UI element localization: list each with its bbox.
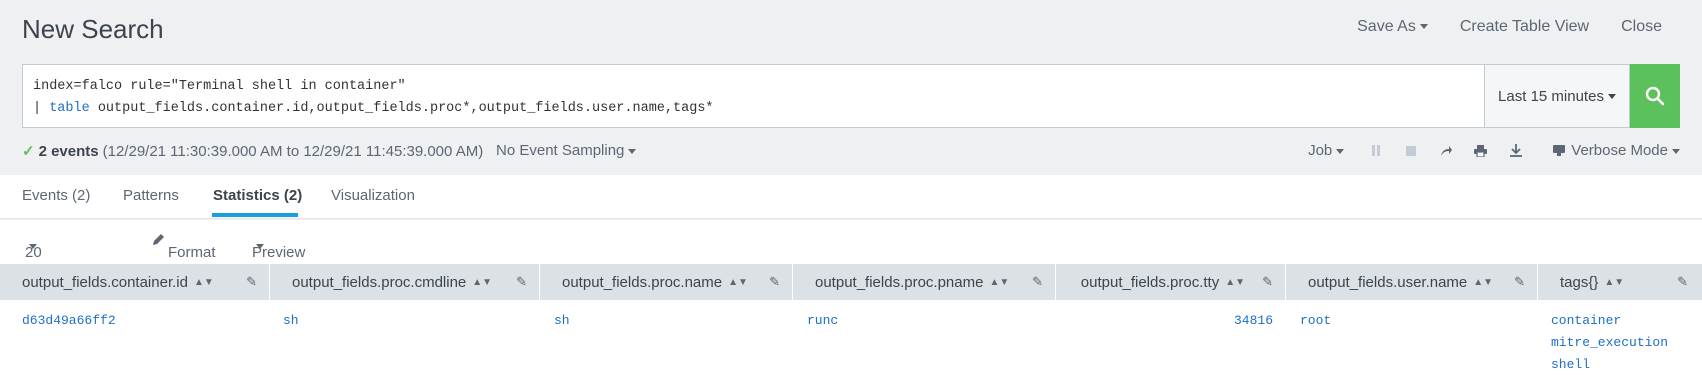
job-status: ✓ 2 events (12/29/21 11:30:39.000 AM to … — [22, 142, 484, 161]
tab-statistics[interactable]: Statistics (2) — [213, 187, 302, 204]
format-label: Format — [168, 244, 216, 261]
chevron-down-icon — [1419, 24, 1428, 30]
save-as-label: Save As — [1357, 18, 1416, 35]
column-label: tags{} — [1560, 273, 1599, 291]
cell-container-id[interactable]: d63d49a66ff2 — [22, 310, 116, 332]
time-range-text: (12/29/21 11:30:39.000 AM to 12/29/21 11… — [102, 142, 484, 160]
mode-icon — [1553, 145, 1566, 156]
tab-events[interactable]: Events (2) — [22, 187, 90, 204]
pencil-icon[interactable]: ✎ — [1262, 274, 1273, 290]
tab-patterns[interactable]: Patterns — [123, 187, 179, 204]
chevron-down-icon — [1607, 93, 1616, 99]
pencil-icon[interactable]: ✎ — [1677, 274, 1688, 290]
event-sampling-label: No Event Sampling — [496, 142, 625, 159]
share-icon[interactable] — [1428, 145, 1463, 157]
column-label: output_fields.proc.cmdline — [292, 273, 467, 291]
query-line-1: index=falco rule="Terminal shell in cont… — [33, 79, 406, 94]
sort-icon[interactable]: ▲▼ — [728, 277, 748, 288]
active-tab-indicator — [212, 213, 298, 217]
top-actions: Save As Create Table View Close — [1357, 18, 1662, 36]
search-bar: index=falco rule="Terminal shell in cont… — [22, 64, 1680, 128]
close-link[interactable]: Close — [1621, 18, 1662, 36]
title-bar: New Search Save As Create Table View Clo… — [0, 0, 1702, 58]
query-arguments: output_fields.container.id,output_fields… — [89, 101, 714, 116]
tag-value[interactable]: mitre_execution — [1551, 332, 1668, 354]
sort-icon[interactable]: ▲▼ — [194, 277, 214, 288]
job-label: Job — [1308, 142, 1333, 159]
cell-proc-cmdline[interactable]: sh — [283, 310, 299, 332]
pencil-icon — [153, 234, 164, 245]
table-row: d63d49a66ff2 sh sh runc 34816 root conta… — [0, 300, 1702, 375]
sort-icon[interactable]: ▲▼ — [989, 277, 1009, 288]
chevron-down-icon — [1672, 148, 1680, 154]
column-header[interactable]: output_fields.proc.tty ▲▼ ✎ — [1056, 264, 1286, 300]
cell-proc-pname[interactable]: runc — [807, 310, 838, 332]
query-line-2: | table output_fields.container.id,outpu… — [33, 98, 1474, 120]
event-count: 2 events — [38, 142, 99, 160]
search-icon — [1645, 86, 1665, 106]
cell-proc-name[interactable]: sh — [554, 310, 570, 332]
tag-value[interactable]: shell — [1551, 354, 1668, 375]
save-as-menu[interactable]: Save As — [1357, 18, 1428, 36]
column-label: output_fields.proc.name — [562, 273, 723, 291]
column-label: output_fields.container.id — [22, 273, 188, 291]
search-mode-menu[interactable]: Verbose Mode — [1553, 142, 1680, 159]
column-label: output_fields.proc.tty — [1080, 273, 1220, 291]
tab-visualization[interactable]: Visualization — [331, 187, 415, 204]
pencil-icon[interactable]: ✎ — [246, 274, 257, 290]
column-header[interactable]: output_fields.proc.name ▲▼ ✎ — [540, 264, 793, 300]
sort-icon[interactable]: ▲▼ — [1604, 277, 1624, 288]
print-icon[interactable] — [1463, 144, 1498, 157]
search-query-input[interactable]: index=falco rule="Terminal shell in cont… — [22, 64, 1484, 128]
column-header[interactable]: output_fields.user.name ▲▼ ✎ — [1286, 264, 1538, 300]
create-table-view-link[interactable]: Create Table View — [1460, 18, 1589, 36]
results-tabs: Events (2) Patterns Statistics (2) Visua… — [0, 175, 1702, 219]
time-range-picker[interactable]: Last 15 minutes — [1484, 64, 1630, 128]
check-icon: ✓ — [22, 143, 35, 160]
download-icon[interactable] — [1498, 144, 1533, 157]
column-label: output_fields.user.name — [1308, 273, 1468, 291]
stop-icon[interactable] — [1393, 145, 1428, 156]
results-toolbar: 20 Per Page Format Preview — [0, 220, 1702, 295]
chevron-down-icon — [1336, 148, 1345, 154]
search-mode-label: Verbose Mode — [1571, 142, 1668, 159]
cell-user-name[interactable]: root — [1300, 310, 1331, 332]
pencil-icon[interactable]: ✎ — [1032, 274, 1043, 290]
table-header: output_fields.container.id ▲▼ ✎ output_fie… — [0, 264, 1702, 300]
chevron-down-icon — [29, 244, 37, 249]
tag-value[interactable]: container — [1551, 310, 1668, 332]
column-header[interactable]: output_fields.proc.pname ▲▼ ✎ — [793, 264, 1056, 300]
cell-proc-tty[interactable]: 34816 — [1100, 310, 1273, 332]
sort-icon[interactable]: ▲▼ — [1225, 277, 1245, 288]
column-header[interactable]: output_fields.container.id ▲▼ ✎ — [0, 264, 270, 300]
format-button[interactable]: Format — [153, 232, 216, 261]
query-command: table — [49, 101, 90, 116]
job-menu[interactable]: Job — [1308, 142, 1345, 159]
column-header[interactable]: tags{} ▲▼ ✎ — [1538, 264, 1702, 300]
job-controls: Job Verbose Mode — [1308, 142, 1680, 159]
search-button[interactable] — [1630, 64, 1680, 128]
time-range-label: Last 15 minutes — [1498, 87, 1604, 105]
pause-icon[interactable] — [1358, 145, 1393, 156]
sort-icon[interactable]: ▲▼ — [472, 277, 492, 288]
chevron-down-icon — [628, 148, 637, 154]
event-sampling-menu[interactable]: No Event Sampling — [496, 142, 637, 159]
cell-tags: container mitre_execution shell — [1551, 310, 1668, 375]
sort-icon[interactable]: ▲▼ — [1473, 277, 1493, 288]
page-title: New Search — [22, 14, 164, 44]
status-row: ✓ 2 events (12/29/21 11:30:39.000 AM to … — [22, 142, 1680, 164]
query-pipe: | — [33, 101, 50, 116]
column-header[interactable]: output_fields.proc.cmdline ▲▼ ✎ — [270, 264, 540, 300]
chevron-down-icon — [256, 244, 264, 249]
pencil-icon[interactable]: ✎ — [1514, 274, 1525, 290]
pencil-icon[interactable]: ✎ — [769, 274, 780, 290]
pencil-icon[interactable]: ✎ — [516, 274, 527, 290]
column-label: output_fields.proc.pname — [815, 273, 984, 291]
